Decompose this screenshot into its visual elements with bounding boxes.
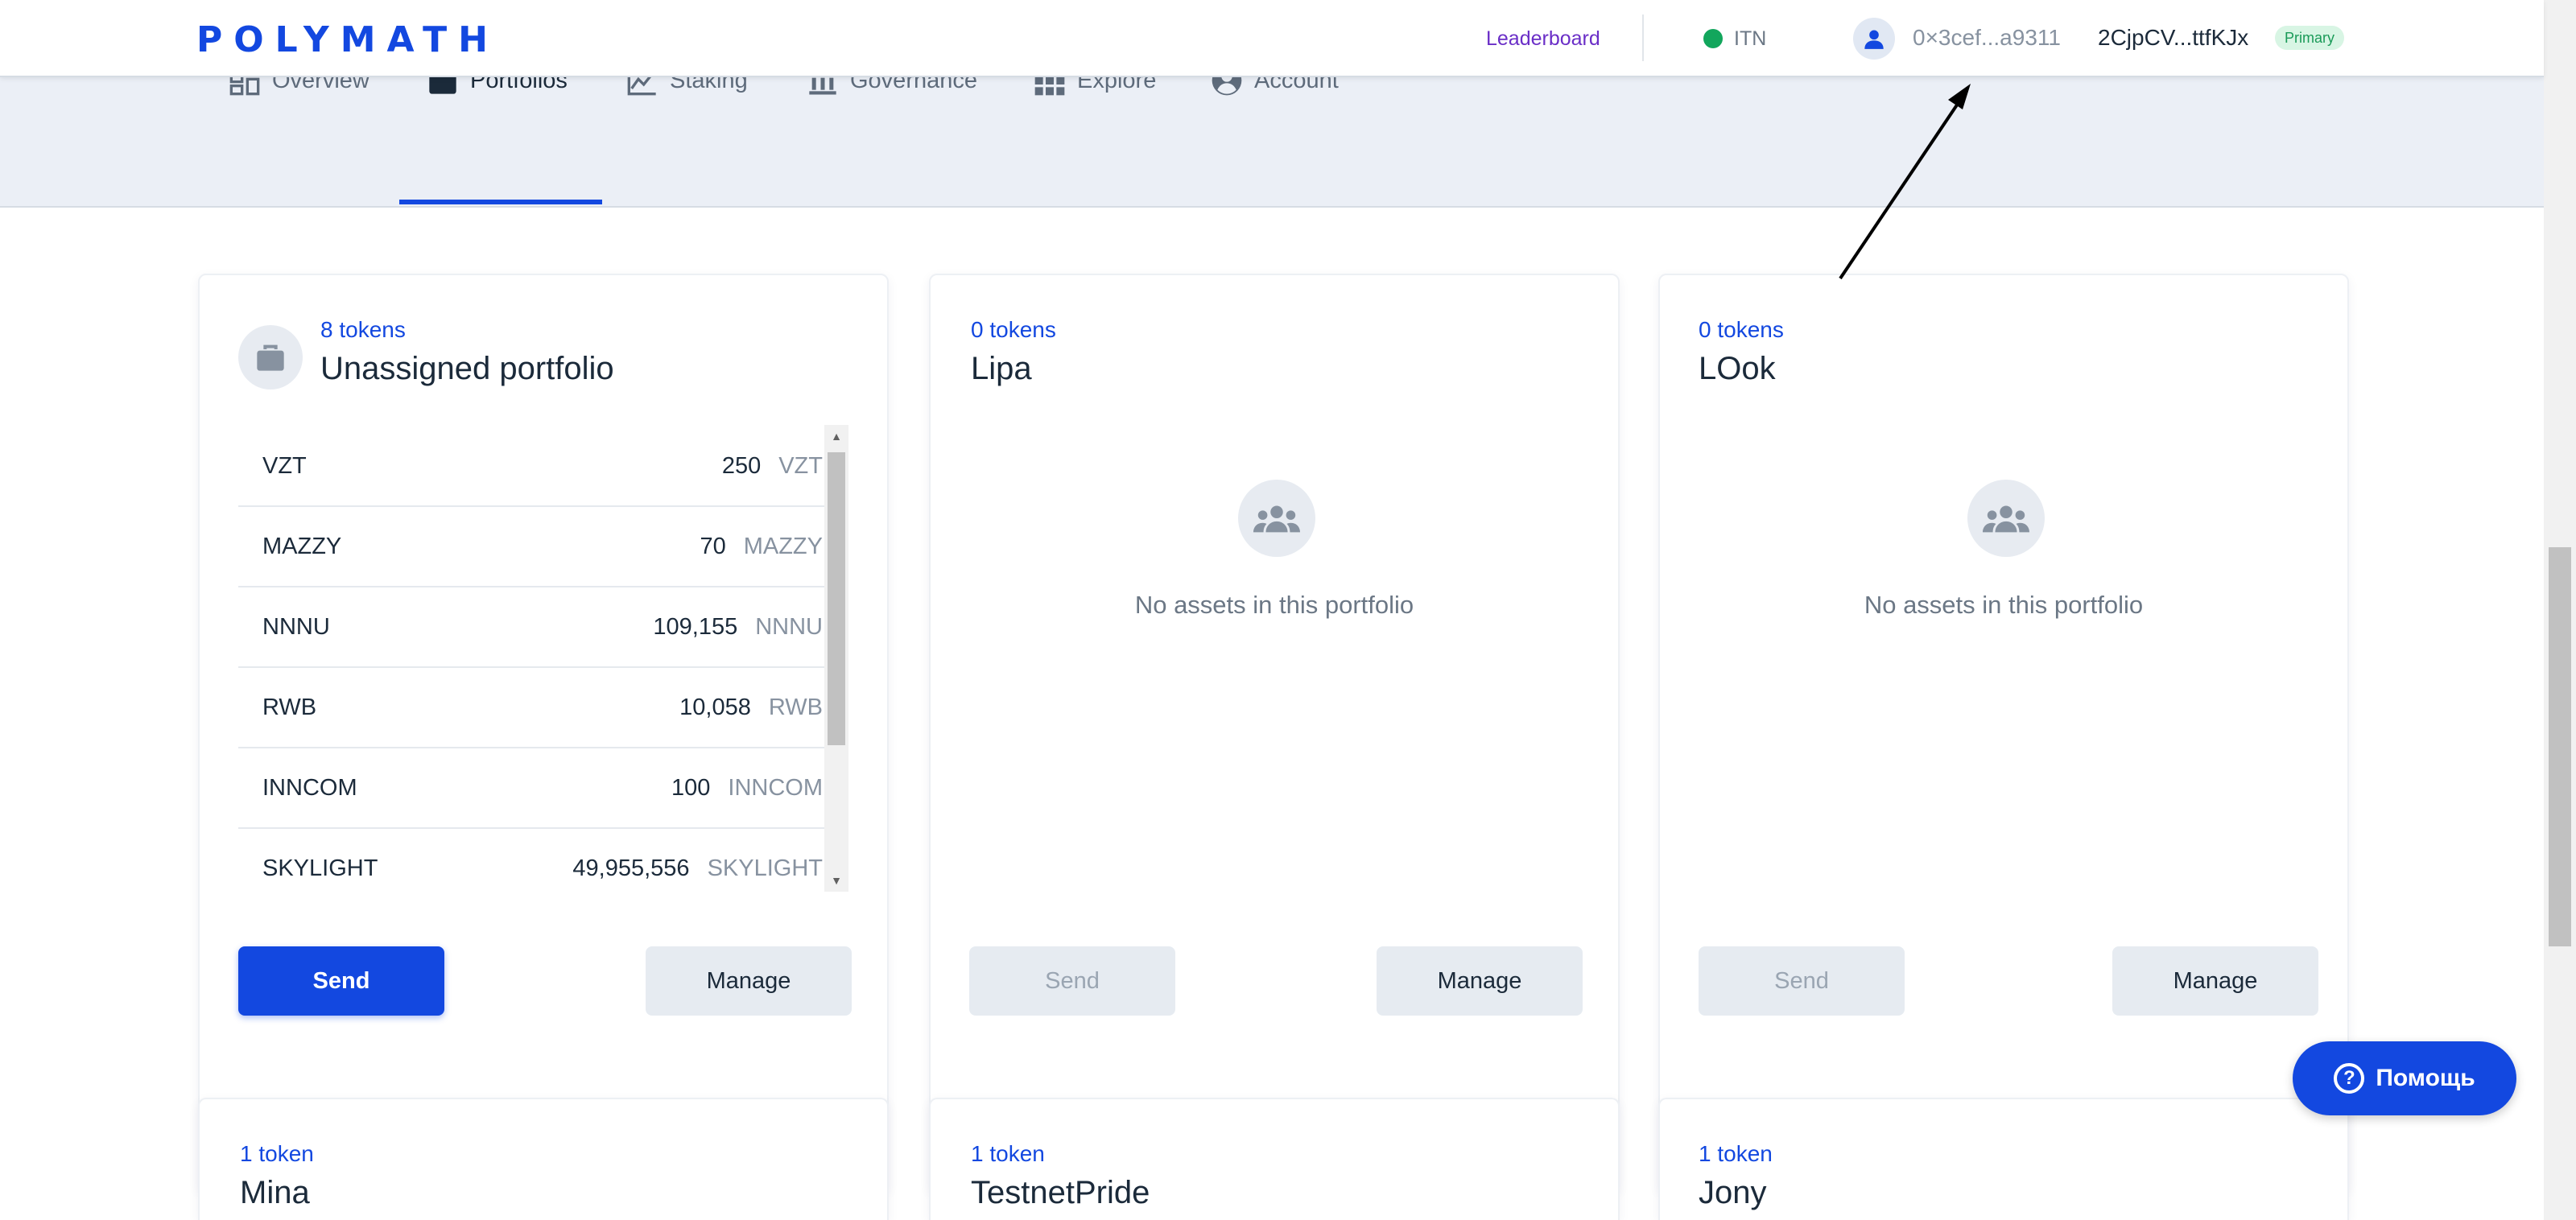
page-scroll-thumb[interactable]: [2549, 547, 2571, 946]
asset-unit: RWB: [768, 694, 823, 720]
manage-button[interactable]: Manage: [646, 946, 852, 1016]
asset-ticker: MAZZY: [262, 533, 342, 559]
send-button[interactable]: Send: [1699, 946, 1905, 1016]
asset-row[interactable]: VZT 250 VZT: [238, 427, 847, 507]
token-count: 8 tokens: [320, 317, 406, 342]
asset-row[interactable]: INNCOM 100 INNCOM: [238, 748, 847, 829]
asset-unit: MAZZY: [743, 533, 823, 559]
portfolio-name: Jony: [1699, 1175, 1767, 1210]
top-bar: POLYMATH Leaderboard ITN 0×3cef...a9311 …: [0, 0, 2544, 77]
asset-amount: 49,955,556: [572, 855, 690, 881]
asset-ticker: VZT: [262, 452, 307, 479]
portfolio-card-testnetpride: 1 token TestnetPride: [929, 1098, 1620, 1220]
asset-ticker: INNCOM: [262, 774, 357, 801]
network-selector[interactable]: ITN: [1703, 24, 1766, 53]
header-divider: [1642, 14, 1644, 61]
portfolio-name: LOok: [1699, 351, 1776, 386]
scroll-thumb[interactable]: [828, 452, 845, 745]
briefcase-icon: [257, 344, 284, 371]
portfolio-name: Unassigned portfolio: [320, 351, 614, 386]
asset-amount: 250: [721, 452, 762, 479]
portfolio-name: TestnetPride: [971, 1175, 1150, 1210]
portfolio-card-unassigned: 8 tokens Unassigned portfolio VZT 250 VZ…: [198, 274, 889, 1193]
asset-amount: 10,058: [679, 694, 751, 720]
manage-button[interactable]: Manage: [1377, 946, 1583, 1016]
empty-state-text: No assets in this portfolio: [1134, 591, 1414, 619]
asset-amount: 70: [700, 533, 726, 559]
polymath-logo[interactable]: POLYMATH: [196, 19, 499, 60]
help-label: Помощь: [2376, 1065, 2475, 1091]
empty-state-text: No assets in this portfolio: [1864, 591, 2144, 619]
leaderboard-link[interactable]: Leaderboard: [1486, 27, 1600, 51]
help-button[interactable]: ? Помощь: [2293, 1041, 2516, 1115]
asset-amount: 100: [671, 774, 711, 801]
token-count: 1 token: [1699, 1141, 1773, 1166]
send-button[interactable]: Send: [238, 946, 444, 1016]
account-avatar[interactable]: [1853, 18, 1895, 60]
portfolio-avatar: [238, 325, 303, 389]
asset-ticker: NNNU: [262, 613, 330, 640]
page-scrollbar[interactable]: [2544, 0, 2576, 1220]
asset-list: VZT 250 VZT MAZZY 70 MAZZY NNNU 109,155 …: [238, 427, 847, 892]
token-count: 1 token: [971, 1141, 1045, 1166]
token-count: 0 tokens: [1699, 317, 1784, 342]
portfolio-card-look: 0 tokens LOok No assets in this portfoli…: [1658, 274, 2349, 1193]
group-icon: [1967, 480, 2045, 557]
manage-button[interactable]: Manage: [2112, 946, 2318, 1016]
asset-amount: 109,155: [653, 613, 738, 640]
help-icon: ?: [2334, 1063, 2365, 1094]
asset-row[interactable]: MAZZY 70 MAZZY: [238, 507, 847, 587]
token-count: 1 token: [240, 1141, 314, 1166]
asset-row[interactable]: RWB 10,058 RWB: [238, 668, 847, 748]
asset-list-scrollbar[interactable]: ▲ ▼: [824, 425, 848, 892]
active-tab-indicator: [399, 200, 602, 204]
account-address[interactable]: 0×3cef...a9311: [1913, 25, 2061, 51]
portfolio-card-jony: 1 token Jony: [1658, 1098, 2349, 1220]
asset-row[interactable]: SKYLIGHT 49,955,556 SKYLIGHT: [238, 829, 847, 892]
annotation-arrow-icon: [1839, 84, 1971, 280]
asset-ticker: SKYLIGHT: [262, 855, 378, 881]
asset-unit: INNCOM: [728, 774, 823, 801]
key-identifier[interactable]: 2CjpCV...ttfKJx: [2098, 25, 2248, 51]
asset-ticker: RWB: [262, 694, 317, 720]
token-count: 0 tokens: [971, 317, 1056, 342]
asset-unit: NNNU: [755, 613, 823, 640]
network-status-icon: [1703, 29, 1723, 48]
portfolio-name: Lipa: [971, 351, 1032, 386]
send-button[interactable]: Send: [969, 946, 1175, 1016]
user-icon: [1864, 30, 1884, 49]
asset-row[interactable]: NNNU 109,155 NNNU: [238, 587, 847, 668]
group-icon: [1238, 480, 1315, 557]
scroll-down-icon[interactable]: ▼: [824, 869, 848, 892]
primary-badge: Primary: [2275, 26, 2344, 50]
asset-unit: SKYLIGHT: [707, 855, 823, 881]
portfolio-card-lipa: 0 tokens Lipa No assets in this portfoli…: [929, 274, 1620, 1193]
portfolio-name: Mina: [240, 1175, 310, 1210]
asset-unit: VZT: [778, 452, 823, 479]
scroll-up-icon[interactable]: ▲: [824, 425, 848, 447]
network-label: ITN: [1734, 27, 1767, 50]
portfolio-card-mina: 1 token Mina: [198, 1098, 889, 1220]
